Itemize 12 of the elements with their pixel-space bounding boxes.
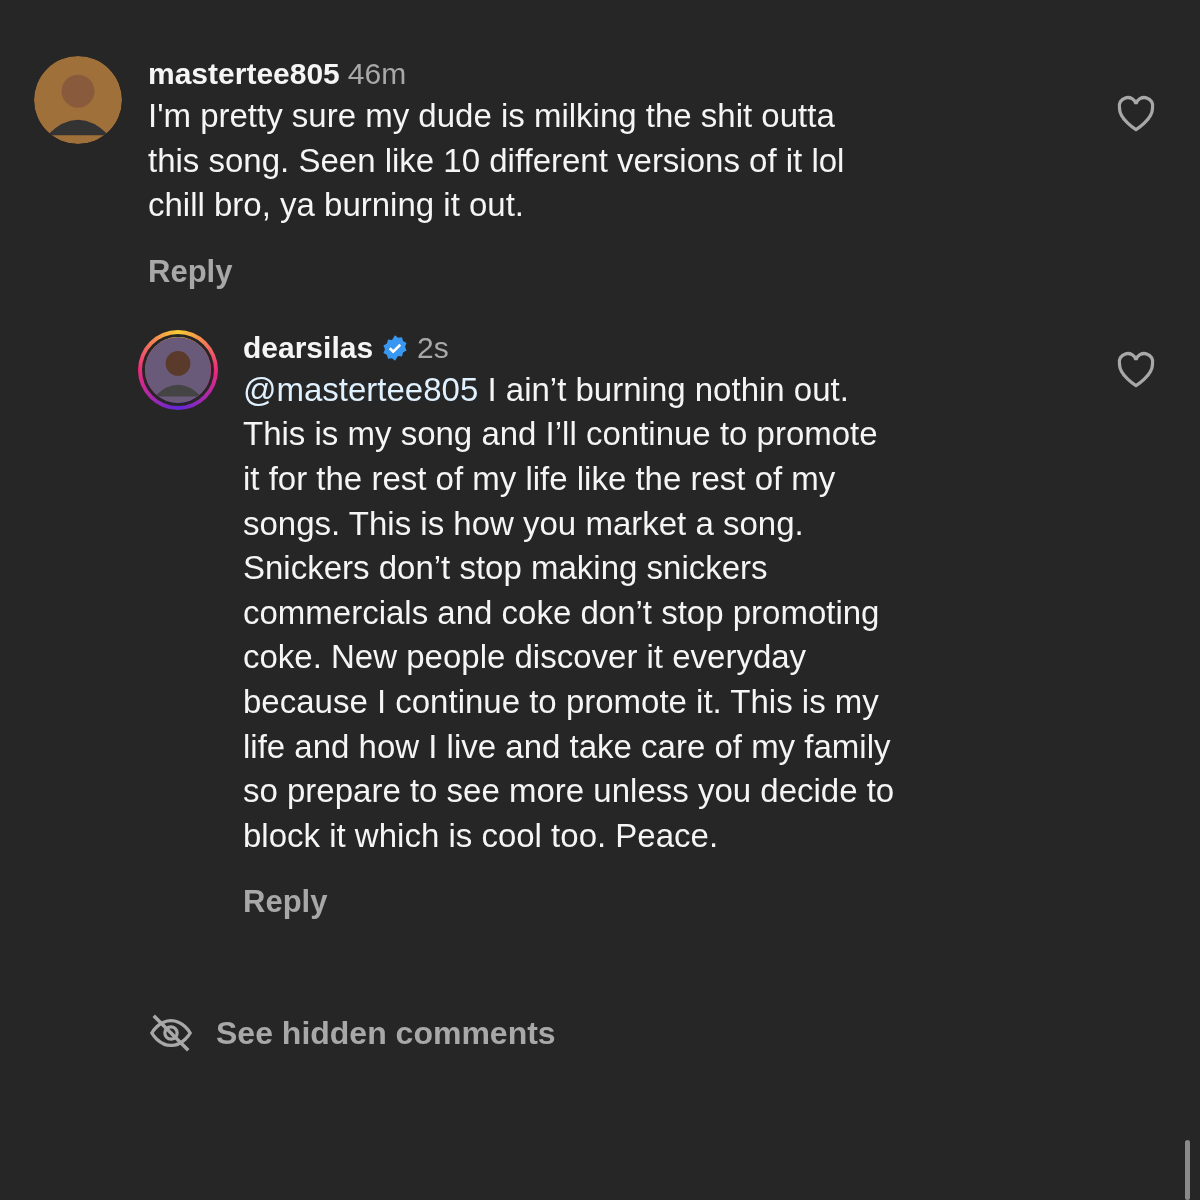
timestamp: 2s [417,330,449,365]
comment-text: @mastertee805 I ain’t burning nothin out. This is my song and I’ll continue to promote it for the rest of my life like the rest of my songs. This is how you market a song. Snickers don’t stop making snickers commercials and coke don’t stop promoting coke. New people discover it everyday because I continue to promote it. This is my life and how I live and take care of my family so prepare to see more unless you decide to block it which is cool too. Peace. [243,369,896,856]
avatar[interactable] [34,56,122,144]
see-hidden-comments-button[interactable]: See hidden comments [216,1014,556,1052]
scrollbar [1185,1140,1190,1200]
timestamp: 46m [347,57,407,91]
username[interactable]: dearsilas [243,330,374,365]
username[interactable]: mastertee805 [148,57,340,91]
mention-link[interactable]: @mastertee805 [243,370,479,408]
reply-button[interactable]: Reply [243,884,328,921]
reply-button[interactable]: Reply [148,253,233,290]
comment-text: I'm pretty sure my dude is milking the shit outta this song. Seen like 10 different versions of it lol chill bro, ya burning it out. [148,96,846,226]
